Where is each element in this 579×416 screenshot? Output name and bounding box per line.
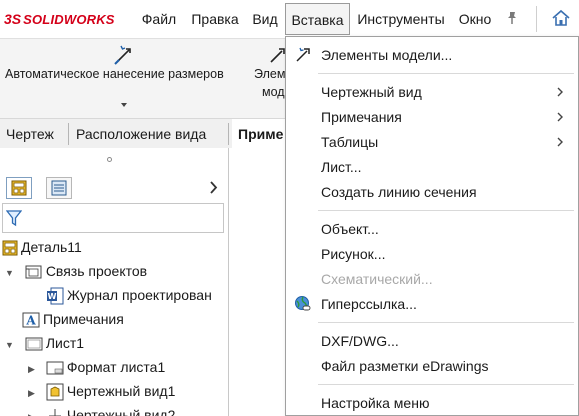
menu-edit[interactable]: Правка: [187, 0, 243, 38]
tree-item-sheet[interactable]: ▼ Лист1: [5, 331, 84, 355]
menu-item-annotations[interactable]: Примечания: [321, 107, 402, 127]
chevron-down-icon[interactable]: [120, 102, 128, 108]
svg-text:W: W: [48, 292, 57, 301]
submenu-arrow-icon: [557, 112, 563, 122]
tab-view-layout[interactable]: Расположение вида: [70, 119, 226, 149]
menu-item-section-line[interactable]: Создать линию сечения: [321, 182, 477, 202]
tab-annotations[interactable]: Приме: [232, 119, 292, 149]
toolbar-separator: [536, 6, 537, 32]
tree-item-design-binder[interactable]: ▼ Связь проектов: [5, 259, 147, 283]
menu-bar: 3S SOLIDWORKS Файл Правка Вид Вставка Ин…: [0, 0, 579, 38]
chevron-right-icon[interactable]: [209, 181, 218, 194]
tree-item-label: Деталь11: [21, 239, 82, 255]
collapse-caret-icon[interactable]: ▼: [5, 268, 14, 278]
solidworks-logo[interactable]: 3S SOLIDWORKS: [4, 10, 115, 28]
word-document-icon: W: [47, 287, 64, 305]
expand-caret-icon[interactable]: ▶: [28, 412, 35, 416]
tree-item-label: Чертежный вид2: [66, 407, 176, 416]
sheet-icon: [25, 337, 43, 351]
design-binder-icon: [25, 265, 42, 279]
menu-item-drawing-view[interactable]: Чертежный вид: [321, 82, 422, 102]
menu-separator: [318, 384, 574, 385]
menu-item-object[interactable]: Объект...: [321, 219, 379, 239]
menu-window[interactable]: Окно: [453, 0, 497, 38]
hyperlink-icon: [295, 296, 311, 311]
menu-item-model-items[interactable]: Элементы модели...: [321, 45, 452, 65]
model-items-label-line2[interactable]: мод: [262, 85, 285, 99]
pin-icon[interactable]: [505, 11, 519, 25]
part-drawing-icon: [2, 240, 18, 256]
submenu-arrow-icon: [557, 137, 563, 147]
menu-item-customize-menu[interactable]: Настройка меню: [321, 393, 429, 413]
feature-manager-tab[interactable]: [6, 177, 32, 199]
smart-dimension-icon[interactable]: [112, 43, 136, 67]
sheet-format-icon: [46, 361, 64, 375]
solidworks-logo-text: SOLIDWORKS: [23, 11, 115, 27]
menu-separator: [318, 322, 574, 323]
expand-caret-icon[interactable]: ▶: [28, 388, 35, 398]
tree-item-drawing-view-2[interactable]: ▶ Чертежный вид2: [28, 403, 175, 416]
tree-item-label: Чертежный вид1: [66, 383, 176, 399]
tree-item-label: Формат листа1: [66, 359, 166, 375]
menu-view[interactable]: Вид: [248, 0, 282, 38]
drawing-view-icon: [48, 409, 61, 416]
tree-item-label: Журнал проектирован: [67, 287, 212, 303]
menu-item-picture[interactable]: Рисунок...: [321, 244, 385, 264]
collapse-caret-icon[interactable]: ▼: [5, 340, 14, 350]
tree-item-annotations[interactable]: A Примечания: [22, 307, 124, 331]
annotations-icon: A: [22, 312, 40, 328]
menu-tools[interactable]: Инструменты: [353, 0, 449, 38]
menu-separator: [318, 73, 574, 74]
tab-divider: [228, 123, 229, 145]
tree-item-label: Связь проектов: [45, 263, 148, 279]
filter-icon[interactable]: [6, 209, 22, 227]
submenu-arrow-icon: [557, 87, 563, 97]
tree-filter-box[interactable]: [2, 203, 224, 233]
property-manager-tab[interactable]: [46, 177, 72, 199]
model-items-icon: [296, 47, 310, 62]
menu-separator: [318, 210, 574, 211]
tab-drawing[interactable]: Чертеж: [0, 119, 68, 149]
menu-item-hyperlink[interactable]: Гиперссылка...: [321, 294, 417, 314]
tree-item-design-journal[interactable]: W Журнал проектирован: [46, 283, 212, 307]
menu-item-edrawings-markup[interactable]: Файл разметки eDrawings: [321, 356, 488, 376]
menu-item-dxf-dwg[interactable]: DXF/DWG...: [321, 331, 399, 351]
feature-tree-icon: [11, 180, 27, 196]
property-list-icon: [51, 180, 67, 196]
svg-text:A: A: [25, 314, 36, 328]
tab-divider: [68, 123, 69, 145]
menu-file[interactable]: Файл: [136, 0, 182, 38]
tree-item-label: Лист1: [45, 335, 85, 351]
home-icon[interactable]: [551, 8, 571, 28]
ds-logo-icon: 3S: [4, 11, 22, 27]
tree-item-drawing-view-1[interactable]: ▶ Чертежный вид1: [28, 379, 175, 403]
tree-item-sheet-format[interactable]: ▶ Формат листа1: [28, 355, 165, 379]
panel-splitter-grip[interactable]: [107, 157, 112, 162]
menu-item-schematic: Схематический...: [321, 271, 433, 287]
menu-insert[interactable]: Вставка: [285, 3, 350, 35]
menu-item-tables[interactable]: Таблицы: [321, 132, 378, 152]
expand-caret-icon[interactable]: ▶: [28, 364, 35, 374]
insert-dropdown-menu: Элементы модели... Чертежный вид Примеча…: [285, 36, 579, 416]
tree-item-label: Примечания: [43, 311, 124, 327]
smart-dimension-label[interactable]: Автоматическое нанесение размеров: [5, 67, 224, 81]
tree-item-part[interactable]: Деталь11: [2, 235, 82, 259]
drawing-view-icon: [46, 383, 64, 401]
model-items-label-line1[interactable]: Элем: [254, 67, 285, 81]
menu-item-sheet[interactable]: Лист...: [321, 157, 362, 177]
